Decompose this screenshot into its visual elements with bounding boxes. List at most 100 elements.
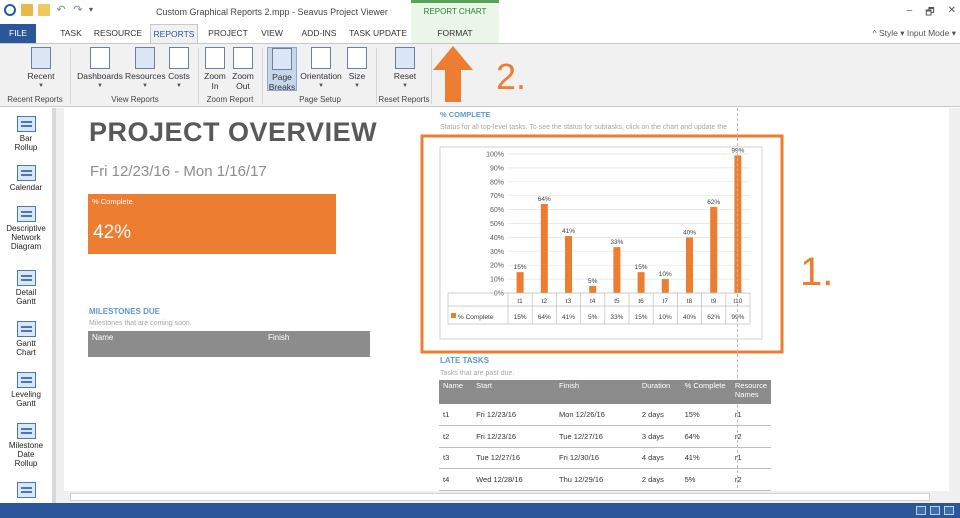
cell-name: t1 bbox=[439, 404, 473, 426]
view-descriptive-network-diagram[interactable]: Descriptive Network Diagram bbox=[0, 206, 52, 251]
orientation-icon bbox=[311, 47, 331, 69]
data-label: 15% bbox=[514, 264, 527, 271]
group-divider bbox=[70, 48, 71, 104]
zoom-out-button[interactable]: Zoom Out bbox=[230, 47, 256, 91]
y-tick-label: 40% bbox=[490, 235, 504, 242]
page-breaks-button[interactable]: Page Breaks bbox=[267, 47, 297, 92]
dashboards-button[interactable]: Dashboards ▼ bbox=[75, 47, 125, 91]
report-view-icon[interactable] bbox=[944, 506, 954, 515]
new-file-icon[interactable] bbox=[21, 4, 33, 16]
milestones-col-name: Name bbox=[92, 333, 114, 342]
zoom-in-button[interactable]: Zoom In bbox=[202, 47, 228, 91]
reset-button[interactable]: Reset ▼ bbox=[390, 47, 420, 91]
tab-file[interactable]: FILE bbox=[0, 24, 36, 43]
table-value: 15% bbox=[514, 314, 527, 321]
app-icon[interactable] bbox=[4, 4, 16, 16]
status-view-shortcuts bbox=[916, 506, 954, 515]
horizontal-scrollbar[interactable] bbox=[64, 491, 949, 503]
tab-view[interactable]: VIEW bbox=[257, 24, 287, 43]
chart-bar bbox=[589, 286, 597, 293]
tab-resource[interactable]: RESOURCE bbox=[93, 24, 143, 43]
late-tasks-table[interactable]: Name Start Finish Duration % Complete Re… bbox=[439, 380, 771, 491]
leveling-gantt-icon bbox=[16, 372, 36, 388]
resources-label: Resources bbox=[125, 71, 166, 81]
dashboards-label: Dashboards bbox=[77, 71, 123, 81]
minimize-button[interactable]: – bbox=[907, 5, 913, 22]
table-row[interactable]: t2 Fri 12/23/16 Tue 12/27/16 3 days 64% … bbox=[439, 425, 771, 448]
table-value: 41% bbox=[562, 314, 575, 321]
y-tick-label: 60% bbox=[490, 207, 504, 214]
milestones-col-finish: Finish bbox=[268, 333, 290, 342]
x-tick-label: t6 bbox=[638, 298, 644, 305]
close-button[interactable]: ✕ bbox=[948, 5, 956, 22]
size-button[interactable]: Size ▼ bbox=[345, 47, 369, 91]
gantt-view-icon[interactable] bbox=[916, 506, 926, 515]
chart-title: % COMPLETE bbox=[440, 110, 491, 119]
view-more[interactable] bbox=[0, 482, 52, 500]
tab-format[interactable]: FORMAT bbox=[411, 24, 499, 43]
view-milestone-date-rollup[interactable]: Milestone Date Rollup bbox=[0, 423, 52, 468]
table-value: 33% bbox=[610, 314, 623, 321]
ribbon-tabs: FILE TASK RESOURCE REPORTS PROJECT VIEW … bbox=[0, 24, 960, 43]
view-label: Gantt bbox=[16, 339, 36, 348]
vertical-scrollbar[interactable] bbox=[949, 108, 960, 503]
costs-button[interactable]: Costs ▼ bbox=[165, 47, 193, 91]
milestones-title: MILESTONES DUE bbox=[89, 307, 160, 316]
view-bar-rollup[interactable]: Bar Rollup bbox=[0, 116, 52, 152]
gantt-chart-icon bbox=[16, 321, 36, 337]
view-label: Gantt bbox=[16, 399, 36, 408]
annotation-step-2: 2. bbox=[496, 56, 527, 97]
orientation-button[interactable]: Orientation ▼ bbox=[298, 47, 344, 91]
percent-complete-card[interactable]: % Complete 42% bbox=[88, 194, 336, 254]
tab-reports[interactable]: REPORTS bbox=[150, 24, 198, 43]
chart-bar bbox=[516, 272, 524, 293]
task-usage-icon[interactable] bbox=[930, 506, 940, 515]
table-row[interactable]: t1 Fri 12/23/16 Mon 12/26/16 2 days 15% … bbox=[439, 404, 771, 426]
chart-subtitle: Status for all top-level tasks. To see t… bbox=[440, 124, 728, 131]
chart-bar bbox=[637, 272, 645, 293]
data-label: 33% bbox=[610, 239, 623, 246]
report-chart-tools-label: REPORT CHART TOOLS bbox=[411, 0, 499, 33]
table-row[interactable]: t4 Wed 12/28/16 Thu 12/29/16 2 days 5% r… bbox=[439, 468, 771, 491]
undo-icon[interactable]: ↶ bbox=[55, 4, 67, 16]
table-row[interactable]: t3 Tue 12/27/16 Fri 12/30/16 4 days 41% … bbox=[439, 447, 771, 469]
customize-qat-icon[interactable]: ▾ bbox=[89, 4, 101, 16]
style-input-mode-menu[interactable]: ^ Style ▾ Input Mode ▾ bbox=[873, 28, 956, 39]
open-folder-icon[interactable] bbox=[38, 4, 50, 16]
view-leveling-gantt[interactable]: Leveling Gantt bbox=[0, 372, 52, 408]
chart-bar bbox=[613, 247, 621, 293]
view-detail-gantt[interactable]: Detail Gantt bbox=[0, 270, 52, 306]
recent-label: Recent bbox=[27, 71, 55, 81]
scrollbar-thumb[interactable] bbox=[70, 493, 930, 501]
tab-task-update[interactable]: TASK UPDATE bbox=[349, 24, 407, 43]
chart-bar bbox=[540, 204, 548, 293]
restore-button[interactable]: 🗗 bbox=[925, 5, 934, 22]
view-gantt-chart[interactable]: Gantt Chart bbox=[0, 321, 52, 357]
cell-duration: 4 days bbox=[637, 447, 681, 469]
kpi-label: % Complete bbox=[92, 197, 133, 206]
tab-project[interactable]: PROJECT bbox=[203, 24, 253, 43]
chevron-down-icon: ▼ bbox=[97, 83, 103, 89]
table-header-row: Name Start Finish Duration % Complete Re… bbox=[439, 380, 771, 404]
view-calendar[interactable]: Calendar bbox=[0, 165, 52, 192]
cell-start: Tue 12/27/16 bbox=[472, 447, 555, 469]
tab-task[interactable]: TASK bbox=[54, 24, 88, 43]
recent-button[interactable]: Recent ▼ bbox=[24, 47, 58, 91]
view-label: Rollup bbox=[14, 459, 38, 468]
resources-button[interactable]: Resources ▼ bbox=[125, 47, 166, 91]
percent-complete-chart[interactable]: 0% 10% 20% 30% 40% 50% 60% 70% 80% 90% 100% 15% 64%… bbox=[420, 134, 784, 356]
orientation-label: Orientation bbox=[300, 71, 342, 81]
milestones-table-header[interactable]: Name Finish bbox=[88, 331, 370, 357]
zoom-out-label: Zoom bbox=[232, 71, 254, 81]
y-tick-label: 0% bbox=[494, 291, 504, 298]
costs-icon bbox=[169, 47, 189, 69]
cell-resource: r2 bbox=[730, 425, 771, 448]
view-label: Gantt bbox=[16, 297, 36, 306]
tab-add-ins[interactable]: ADD-INS bbox=[295, 24, 343, 43]
group-label-view-reports: View Reports bbox=[111, 95, 159, 104]
view-bar-scrollbar[interactable] bbox=[56, 108, 64, 503]
redo-icon[interactable]: ↷ bbox=[72, 4, 84, 16]
late-tasks-title: LATE TASKS bbox=[440, 356, 490, 365]
chevron-down-icon: ▼ bbox=[318, 83, 324, 89]
legend-label: % Complete bbox=[458, 314, 494, 321]
